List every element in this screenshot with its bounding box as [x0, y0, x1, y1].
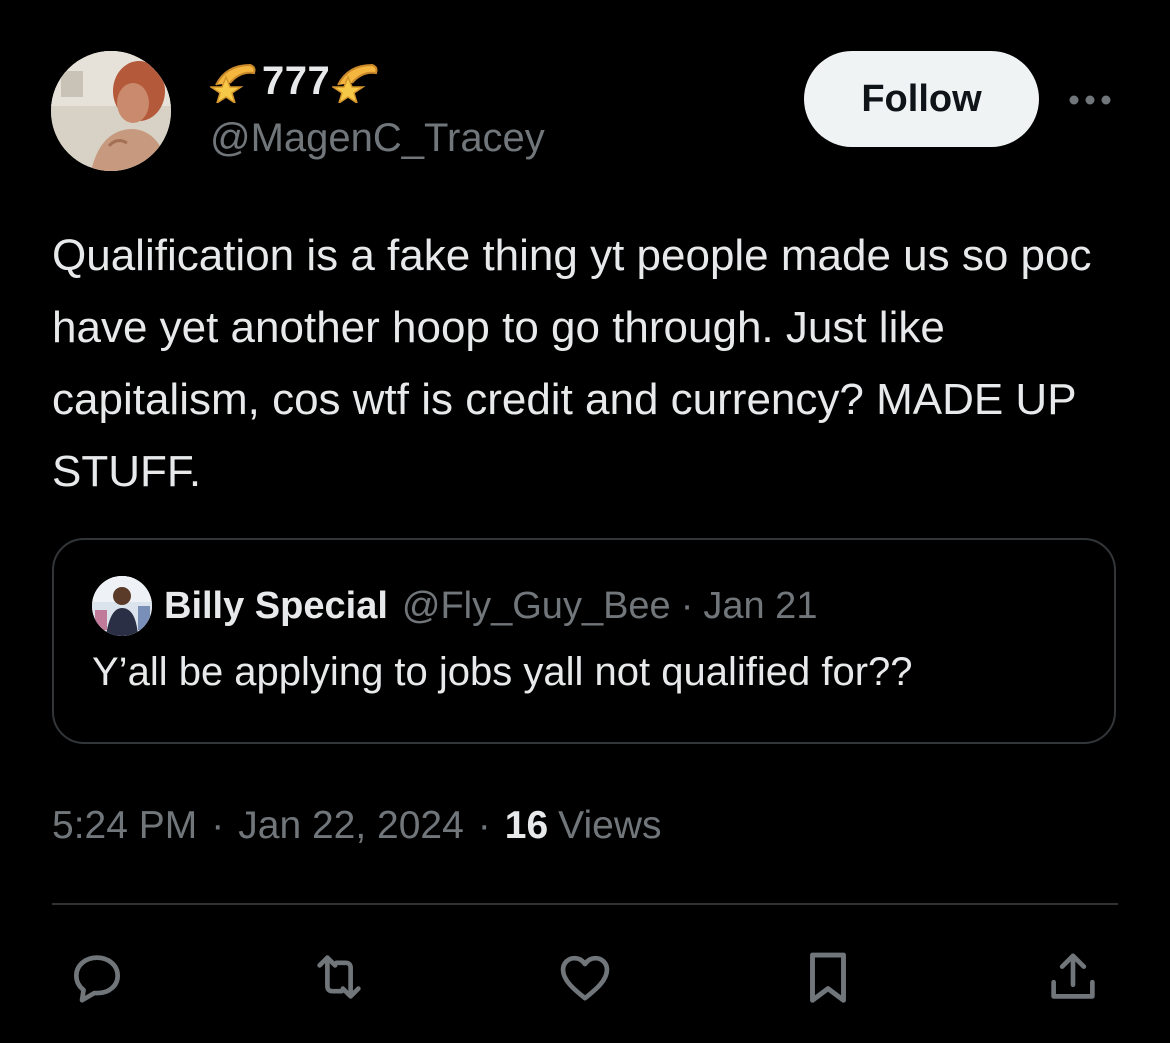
quoted-author-avatar: [92, 576, 152, 636]
follow-button[interactable]: Follow: [804, 51, 1039, 147]
separator-dot: ·: [211, 804, 225, 847]
star-shooting-icon: [208, 59, 260, 105]
heart-icon[interactable]: [554, 946, 616, 1008]
author-avatar[interactable]: [51, 51, 171, 171]
tweet-time[interactable]: 5:24 PM: [52, 804, 197, 848]
quoted-tweet-text: Y’all be applying to jobs yall not quali…: [92, 650, 913, 694]
separator-dot: ·: [680, 584, 694, 627]
bookmark-icon[interactable]: [797, 946, 859, 1008]
author-name-row[interactable]: 777: [208, 55, 382, 107]
quoted-tweet-header: Billy Special @Fly_Guy_Bee · Jan 21: [164, 578, 817, 634]
quoted-author-name: Billy Special: [164, 584, 388, 627]
star-shooting-icon: [330, 59, 382, 105]
quoted-author-handle: @Fly_Guy_Bee: [401, 584, 671, 627]
share-icon[interactable]: [1042, 946, 1104, 1008]
views-label: Views: [558, 804, 662, 847]
divider: [52, 903, 1118, 905]
author-handle[interactable]: @MagenC_Tracey: [210, 116, 545, 161]
quoted-tweet-card[interactable]: Billy Special @Fly_Guy_Bee · Jan 21 Y’al…: [52, 538, 1116, 744]
views-count: 16: [504, 804, 549, 847]
tweet-date[interactable]: Jan 22, 2024: [238, 804, 464, 848]
quoted-tweet-date: Jan 21: [703, 584, 818, 627]
tweet-text: Qualification is a fake thing yt people …: [52, 231, 1092, 496]
more-horizontal-icon[interactable]: [1066, 86, 1114, 114]
author-display-name: 777: [262, 58, 331, 103]
tweet-meta: 5:24 PM · Jan 22, 2024 · 16 Views: [52, 800, 662, 852]
reply-icon[interactable]: [66, 946, 128, 1008]
retweet-icon[interactable]: [308, 946, 370, 1008]
separator-dot: ·: [477, 804, 491, 847]
